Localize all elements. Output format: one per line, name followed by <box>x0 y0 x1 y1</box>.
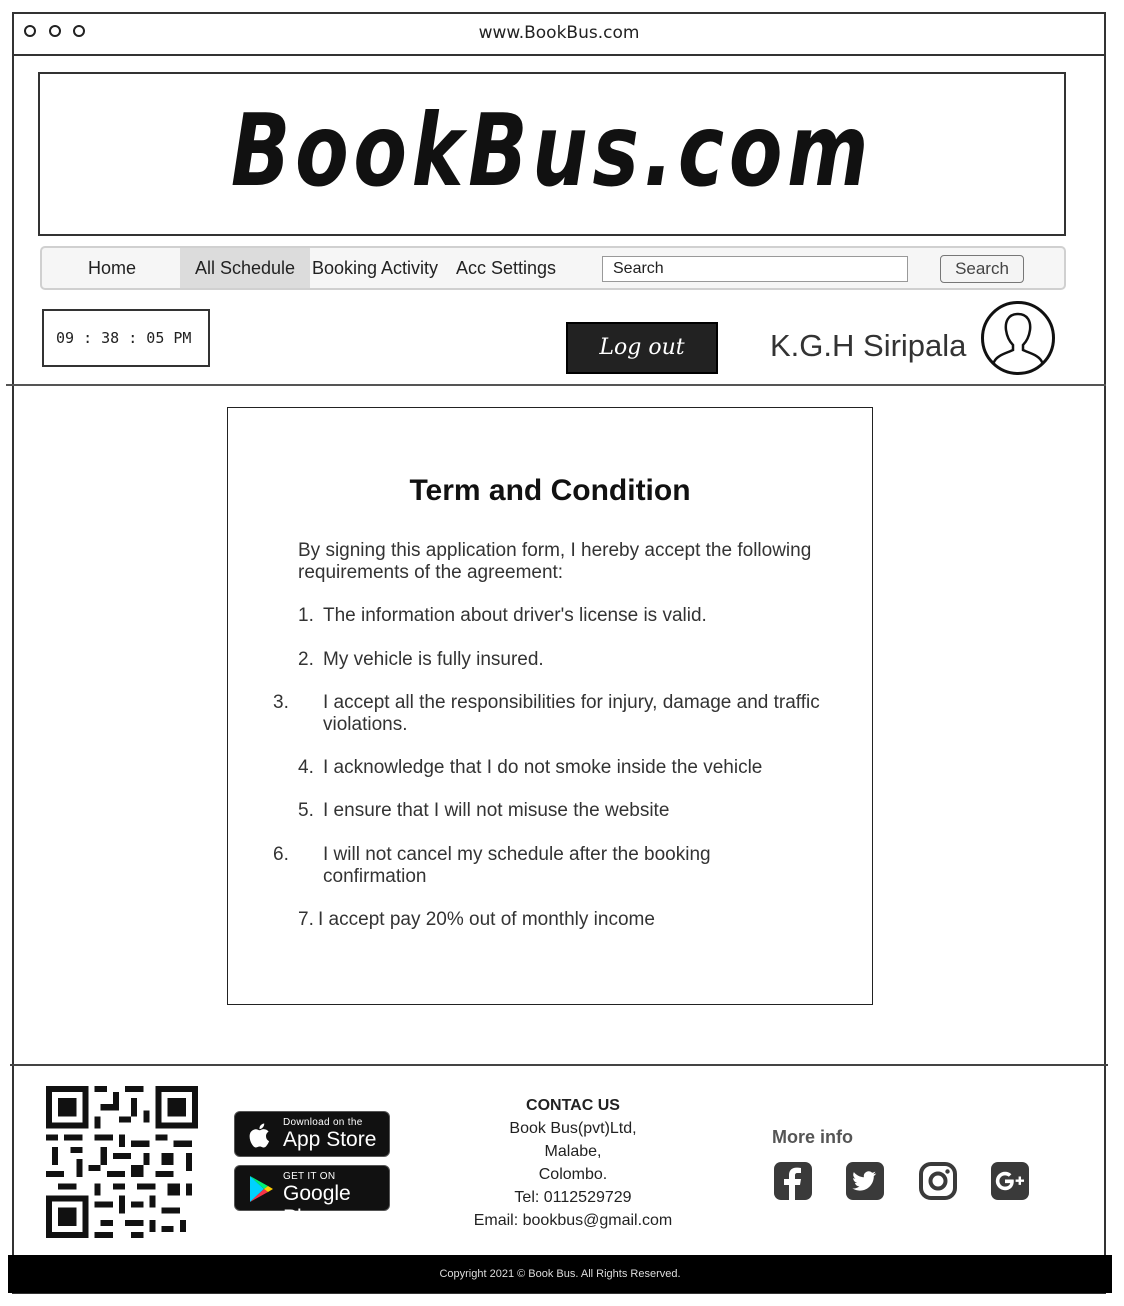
contact-city: Malabe, <box>544 1143 602 1160</box>
google-play-caption: GET IT ON <box>283 1171 336 1182</box>
google-plus-icon[interactable] <box>990 1161 1030 1201</box>
clock-display: 09 : 38 : 05 PM <box>42 309 210 367</box>
search-input[interactable]: Search <box>602 256 908 282</box>
contact-block: CONTAC US Book Bus(pvt)Ltd, Malabe, Colo… <box>455 1094 691 1232</box>
more-info-label: More info <box>772 1127 853 1147</box>
google-play-badge[interactable]: GET IT ON Google Play <box>234 1165 390 1229</box>
apple-icon <box>249 1123 270 1148</box>
user-name: K.G.H Siripala <box>770 328 967 363</box>
nav-all-schedule[interactable]: All Schedule <box>180 248 310 288</box>
terms-title: Term and Condition <box>409 474 691 507</box>
google-play-icon <box>250 1176 273 1202</box>
terms-item-text: I ensure that I will not misuse the webs… <box>323 800 670 821</box>
qr-code-icon <box>46 1086 198 1238</box>
instagram-icon[interactable] <box>918 1161 958 1201</box>
app-store-label: App Store <box>283 1128 377 1151</box>
terms-item-text: I accept all the responsibilities for in… <box>323 692 820 735</box>
terms-item-text: The information about driver's license i… <box>323 605 707 626</box>
nav-home[interactable]: Home <box>42 248 182 288</box>
terms-item-number: 5. <box>298 800 314 821</box>
search-button[interactable]: Search <box>940 255 1024 283</box>
terms-item: 5. I ensure that I will not misuse the we… <box>298 800 838 822</box>
terms-card: Term and Condition By signing this appli… <box>227 407 873 1005</box>
site-logo[interactable]: BookBus.com <box>153 92 952 209</box>
terms-item: 3. I accept all the responsibilities for … <box>273 692 843 736</box>
terms-item-number: 1. <box>298 605 314 626</box>
browser-titlebar: www.BookBus.com <box>12 12 1106 56</box>
contact-company: Book Bus(pvt)Ltd, <box>509 1120 637 1137</box>
footer-divider <box>10 1064 1108 1066</box>
app-store-badge[interactable]: Download on the App Store <box>234 1111 390 1157</box>
terms-item-text: I acknowledge that I do not smoke inside… <box>323 757 763 778</box>
terms-item-number: 7. <box>298 909 314 930</box>
user-avatar-icon[interactable] <box>980 300 1056 376</box>
terms-item-number: 6. <box>273 844 289 865</box>
terms-item-text: I accept pay 20% out of monthly income <box>318 909 655 930</box>
terms-item: 6. I will not cancel my schedule after th… <box>273 844 783 888</box>
logout-button[interactable]: Log out <box>566 322 718 374</box>
contact-region: Colombo. <box>538 1166 608 1183</box>
contact-heading: CONTAC US <box>526 1097 620 1114</box>
facebook-icon[interactable] <box>773 1161 813 1201</box>
terms-item-text: My vehicle is fully insured. <box>323 649 544 670</box>
contact-email[interactable]: Email: bookbus@gmail.com <box>455 1209 691 1232</box>
address-bar[interactable]: www.BookBus.com <box>12 23 1106 43</box>
twitter-icon[interactable] <box>845 1161 885 1201</box>
google-play-label: Google Play <box>283 1182 351 1229</box>
main-navbar: Home All Schedule Booking Activity Acc S… <box>40 246 1066 290</box>
terms-item-number: 2. <box>298 649 314 670</box>
nav-acc-settings[interactable]: Acc Settings <box>448 248 564 288</box>
terms-item-number: 4. <box>298 757 314 778</box>
terms-item-number: 3. <box>273 692 289 713</box>
terms-item: 1. The information about driver's license… <box>298 605 838 627</box>
terms-item-text: I will not cancel my schedule after the … <box>323 844 711 887</box>
contact-phone: Tel: 0112529729 <box>514 1189 632 1206</box>
terms-item: 2. My vehicle is fully insured. <box>298 649 838 671</box>
terms-item: 4. I acknowledge that I do not smoke insi… <box>298 757 838 779</box>
copyright-bar: Copyright 2021 © Book Bus. All Rights Re… <box>8 1255 1112 1293</box>
site-logo-banner: BookBus.com <box>38 72 1066 236</box>
terms-item: 7. I accept pay 20% out of monthly income <box>298 909 838 931</box>
nav-booking-activity[interactable]: Booking Activity <box>308 248 442 288</box>
header-divider <box>6 384 1106 386</box>
app-store-caption: Download on the <box>283 1117 363 1128</box>
terms-intro: By signing this application form, I here… <box>298 540 812 583</box>
